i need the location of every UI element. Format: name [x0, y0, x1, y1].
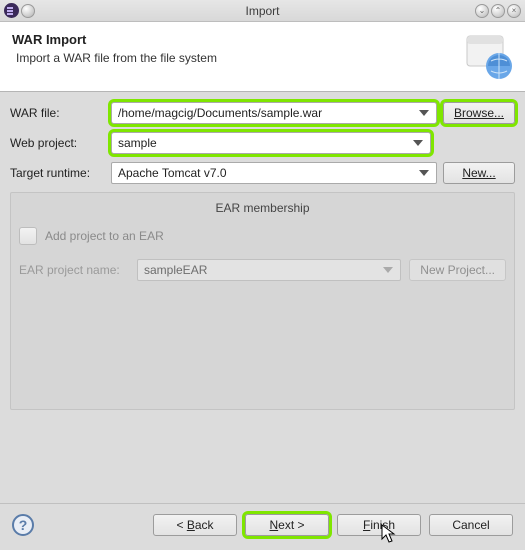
titlebar: Import ⌄ ⌃ × — [0, 0, 525, 22]
wizard-content: WAR file: /home/magcig/Documents/sample.… — [0, 92, 525, 416]
banner-heading: WAR Import — [12, 32, 513, 47]
web-project-value: sample — [118, 136, 157, 150]
new-project-button: New Project... — [409, 259, 506, 281]
ear-group-title: EAR membership — [19, 197, 506, 227]
help-icon[interactable]: ? — [12, 514, 34, 536]
chevron-down-icon[interactable] — [416, 163, 432, 183]
chevron-down-icon[interactable] — [416, 103, 432, 123]
target-runtime-label: Target runtime: — [10, 166, 105, 180]
ear-name-value: sampleEAR — [144, 263, 207, 277]
cancel-button[interactable]: Cancel — [429, 514, 513, 536]
browse-button-label: Browse... — [454, 106, 504, 120]
war-file-label: WAR file: — [10, 106, 105, 120]
target-runtime-combo[interactable]: Apache Tomcat v7.0 — [111, 162, 437, 184]
finish-button[interactable]: Finish — [337, 514, 421, 536]
wizard-banner: WAR Import Import a WAR file from the fi… — [0, 22, 525, 92]
wizard-footer: ? < Back Next > Finish Cancel — [0, 503, 525, 550]
add-to-ear-label: Add project to an EAR — [45, 229, 164, 243]
new-runtime-button[interactable]: New... — [443, 162, 515, 184]
cancel-button-label: Cancel — [452, 518, 489, 532]
browse-button[interactable]: Browse... — [443, 102, 515, 124]
target-runtime-row: Target runtime: Apache Tomcat v7.0 New..… — [10, 162, 515, 184]
window-title: Import — [0, 4, 525, 18]
next-button-label: Next > — [269, 518, 304, 532]
back-button[interactable]: < Back — [153, 514, 237, 536]
new-project-label: New Project... — [420, 263, 495, 277]
add-to-ear-checkbox[interactable]: Add project to an EAR — [19, 227, 506, 245]
checkbox-icon — [19, 227, 37, 245]
banner-subtext: Import a WAR file from the file system — [12, 51, 513, 65]
back-button-label: < Back — [176, 518, 213, 532]
war-import-icon — [463, 30, 515, 82]
war-file-value: /home/magcig/Documents/sample.war — [118, 106, 322, 120]
cursor-icon — [381, 524, 397, 544]
war-file-combo[interactable]: /home/magcig/Documents/sample.war — [111, 102, 437, 124]
web-project-label: Web project: — [10, 136, 105, 150]
ear-membership-group: EAR membership Add project to an EAR EAR… — [10, 192, 515, 410]
chevron-down-icon[interactable] — [410, 133, 426, 153]
ear-name-label: EAR project name: — [19, 263, 129, 277]
ear-name-combo: sampleEAR — [137, 259, 401, 281]
chevron-down-icon — [380, 260, 396, 280]
target-runtime-value: Apache Tomcat v7.0 — [118, 166, 227, 180]
next-button[interactable]: Next > — [245, 514, 329, 536]
war-file-row: WAR file: /home/magcig/Documents/sample.… — [10, 102, 515, 124]
web-project-combo[interactable]: sample — [111, 132, 431, 154]
ear-name-row: EAR project name: sampleEAR New Project.… — [19, 259, 506, 281]
new-runtime-label: New... — [462, 166, 495, 180]
web-project-row: Web project: sample — [10, 132, 515, 154]
